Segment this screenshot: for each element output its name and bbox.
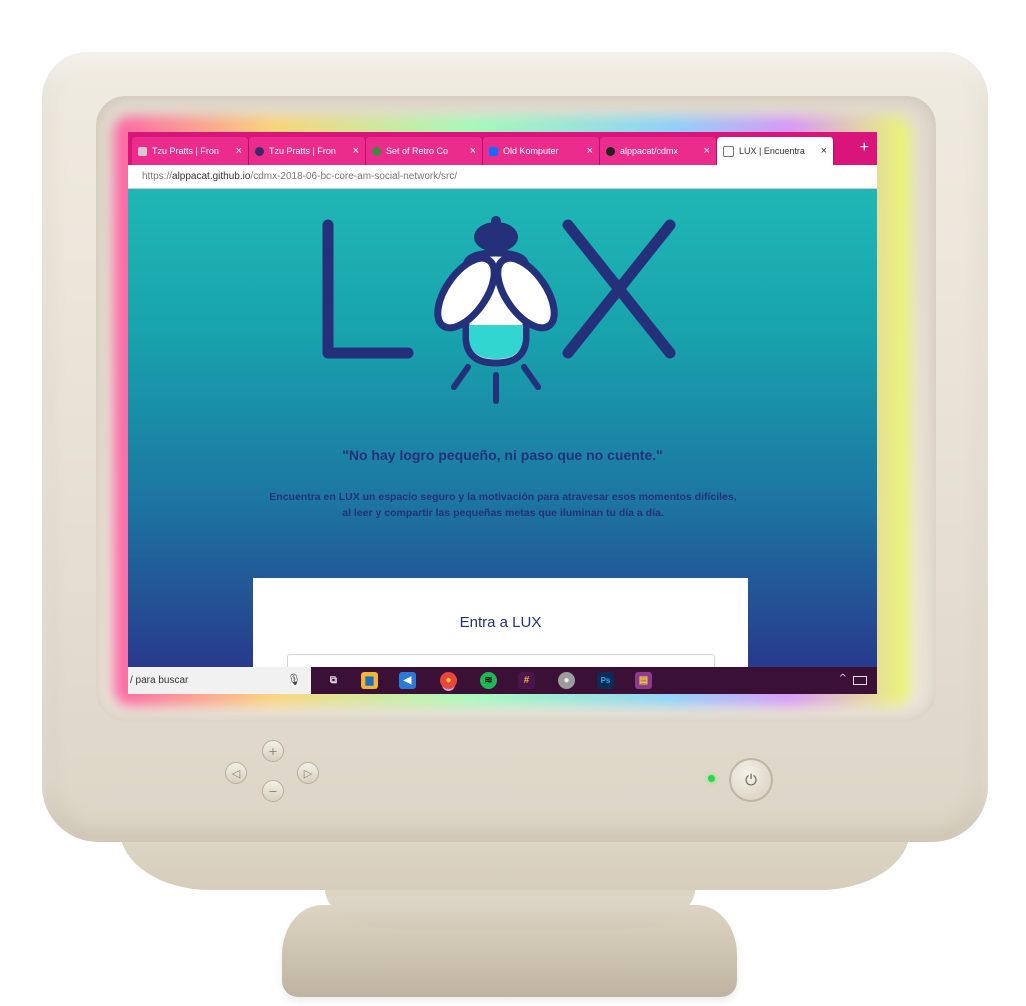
close-icon[interactable]: × bbox=[821, 145, 827, 157]
globe-icon bbox=[372, 146, 381, 156]
vscode-icon[interactable]: ◀ bbox=[399, 672, 416, 689]
lux-landing-page: "No hay logro pequeño, ni paso que no cu… bbox=[128, 189, 877, 694]
url-scheme: https:// bbox=[142, 171, 173, 182]
close-icon[interactable]: × bbox=[236, 145, 242, 157]
close-icon[interactable]: × bbox=[587, 145, 593, 157]
tab-tzu-pratts-2[interactable]: Tzu Pratts | Fron × bbox=[249, 137, 366, 165]
tab-tzu-pratts-1[interactable]: Tzu Pratts | Fron × bbox=[132, 137, 249, 165]
osd-nav-pad: + − ◁ ▷ bbox=[225, 740, 320, 802]
tab-retro-computers[interactable]: Set of Retro Co × bbox=[366, 137, 483, 165]
behance-icon bbox=[489, 146, 498, 156]
motto-quote: "No hay logro pequeño, ni paso que no cu… bbox=[342, 447, 663, 463]
tab-label: Tzu Pratts | Fron bbox=[152, 146, 219, 156]
winrar-icon[interactable]: ▤ bbox=[635, 672, 652, 689]
osd-left-button[interactable]: ◁ bbox=[225, 762, 247, 784]
tab-label: LUX | Encuentra bbox=[739, 146, 805, 156]
file-explorer-icon[interactable]: ▆ bbox=[361, 672, 378, 689]
slack-icon[interactable]: # bbox=[518, 672, 535, 689]
battery-icon[interactable] bbox=[853, 676, 867, 685]
photoshop-icon[interactable]: Ps bbox=[597, 672, 614, 689]
generic-app-icon[interactable]: ● bbox=[558, 672, 575, 689]
tab-old-komputer[interactable]: Old Komputer × bbox=[483, 137, 600, 165]
page-icon bbox=[723, 145, 734, 157]
osd-right-button[interactable]: ▷ bbox=[297, 762, 319, 784]
microphone-icon[interactable]: 🎙 bbox=[287, 667, 301, 694]
tab-github-repo[interactable]: alppacat/cdmx × bbox=[600, 137, 717, 165]
tab-label: Set of Retro Co bbox=[386, 146, 449, 156]
logo-letter-l bbox=[322, 219, 414, 359]
tab-lux-active[interactable]: LUX | Encuentra × bbox=[717, 137, 834, 165]
close-icon[interactable]: × bbox=[470, 145, 476, 157]
browser-tab-bar: Tzu Pratts | Fron × Tzu Pratts | Fron × … bbox=[128, 132, 877, 165]
close-icon[interactable]: × bbox=[353, 145, 359, 157]
intro-text: Encuentra en LUX un espacio seguro y la … bbox=[269, 491, 737, 519]
power-button[interactable]: ⏻ bbox=[729, 758, 773, 802]
url-host: alppacat.github.io bbox=[172, 171, 251, 182]
spotify-icon[interactable]: ≋ bbox=[480, 672, 497, 689]
chrome-icon[interactable]: ● bbox=[440, 672, 457, 689]
page-icon bbox=[138, 146, 147, 156]
crt-screen: Tzu Pratts | Fron × Tzu Pratts | Fron × … bbox=[128, 132, 877, 694]
power-led bbox=[708, 775, 715, 782]
tab-label: Old Komputer bbox=[503, 146, 559, 156]
firefly-icon bbox=[434, 216, 558, 404]
tray-chevron-up-icon[interactable]: ^ bbox=[839, 673, 847, 684]
react-icon bbox=[255, 146, 264, 156]
osd-down-button[interactable]: − bbox=[262, 780, 284, 802]
tab-label: Tzu Pratts | Fron bbox=[269, 146, 336, 156]
tab-label: alppacat/cdmx bbox=[620, 146, 679, 156]
login-title: Entra a LUX bbox=[459, 614, 542, 631]
address-bar[interactable]: https://alppacat.github.io/cdmx-2018-06-… bbox=[128, 165, 877, 189]
search-placeholder: / para buscar bbox=[130, 675, 189, 686]
github-icon bbox=[606, 146, 615, 156]
windows-taskbar: / para buscar 🎙 ⧉ ▆ ◀ ● ≋ # ● Ps ▤ ^ bbox=[128, 667, 877, 694]
close-icon[interactable]: × bbox=[704, 145, 710, 157]
osd-up-button[interactable]: + bbox=[262, 740, 284, 762]
lux-logo bbox=[322, 216, 676, 404]
taskbar-search-box[interactable]: / para buscar 🎙 bbox=[128, 667, 311, 694]
task-view-icon[interactable]: ⧉ bbox=[325, 672, 342, 689]
url-path: /cdmx-2018-06-bc-core-am-social-network/… bbox=[250, 171, 458, 182]
new-tab-button[interactable]: + bbox=[860, 139, 869, 157]
